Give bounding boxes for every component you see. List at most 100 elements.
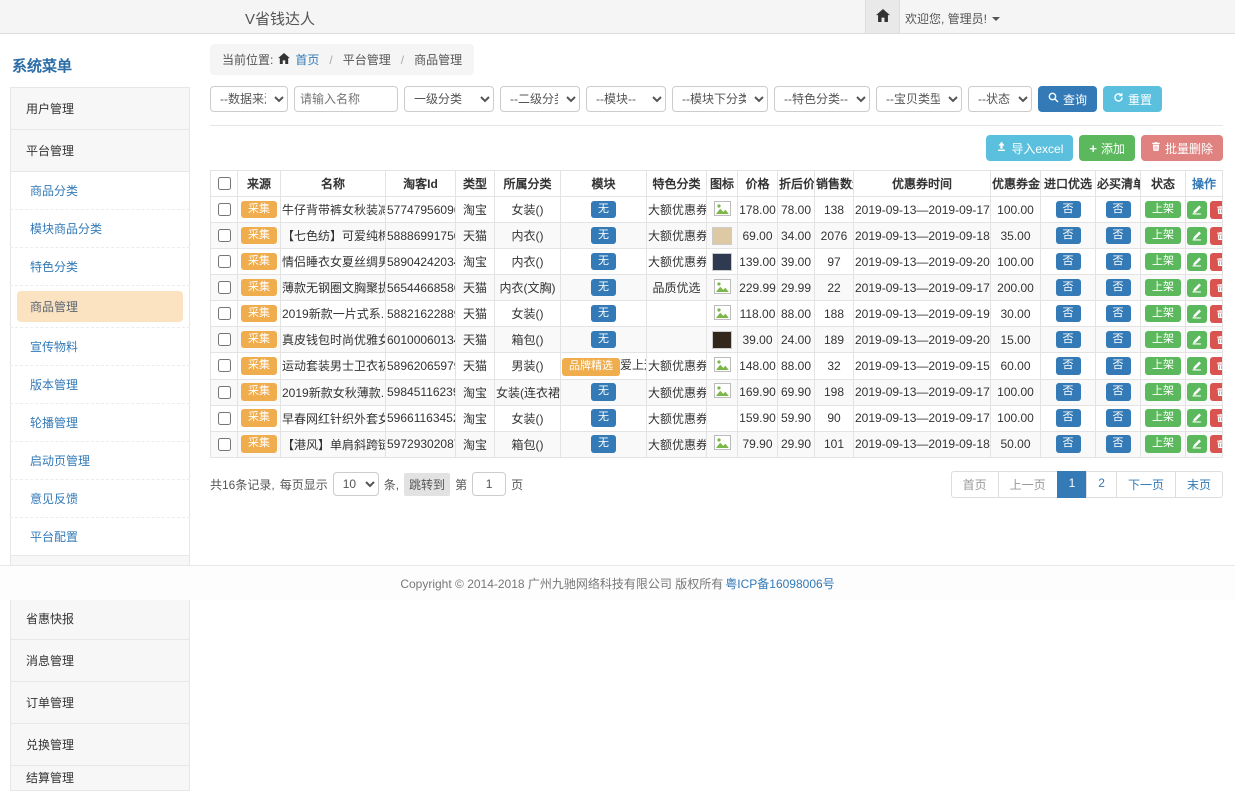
level2-category-filter[interactable]: --二级分类-- (500, 86, 580, 112)
sidebar-item-结算管理[interactable]: 结算管理 (10, 765, 190, 791)
module-filter[interactable]: --模块-- (586, 86, 666, 112)
user-menu[interactable]: 欢迎您, 管理员! (905, 10, 1000, 27)
edit-button[interactable] (1187, 201, 1207, 219)
breadcrumb-home-link[interactable]: 首页 (295, 51, 319, 68)
per-page-select[interactable]: 10 (333, 472, 379, 496)
home-button[interactable] (865, 0, 900, 33)
source-filter[interactable]: --数据来源-- (210, 86, 288, 112)
edit-button[interactable] (1187, 357, 1207, 375)
delete-button[interactable] (1210, 435, 1223, 453)
jump-page-input[interactable] (472, 472, 506, 496)
edit-button[interactable] (1187, 227, 1207, 245)
sidebar-item-省惠快报[interactable]: 省惠快报 (10, 597, 190, 640)
imported-toggle[interactable]: 否 (1056, 279, 1081, 297)
status-badge[interactable]: 上架 (1145, 227, 1181, 245)
status-badge[interactable]: 上架 (1145, 383, 1181, 401)
batch-delete-button[interactable]: 批量删除 (1141, 135, 1223, 161)
sidebar-item-消息管理[interactable]: 消息管理 (10, 639, 190, 682)
imported-toggle[interactable]: 否 (1056, 409, 1081, 427)
delete-button[interactable] (1210, 331, 1223, 349)
delete-button[interactable] (1210, 357, 1223, 375)
edit-button[interactable] (1187, 435, 1207, 453)
module-sub-category-filter[interactable]: --模块下分类-- (672, 86, 768, 112)
delete-button[interactable] (1210, 279, 1223, 297)
row-checkbox[interactable] (218, 255, 231, 268)
must-buy-toggle[interactable]: 否 (1106, 331, 1131, 349)
must-buy-toggle[interactable]: 否 (1106, 409, 1131, 427)
row-checkbox[interactable] (218, 438, 231, 451)
select-all-checkbox[interactable] (218, 177, 231, 190)
must-buy-toggle[interactable]: 否 (1106, 227, 1131, 245)
add-button[interactable]: + 添加 (1079, 135, 1135, 161)
imported-toggle[interactable]: 否 (1056, 201, 1081, 219)
edit-button[interactable] (1187, 305, 1207, 323)
imported-toggle[interactable]: 否 (1056, 435, 1081, 453)
status-badge[interactable]: 上架 (1145, 201, 1181, 219)
row-checkbox[interactable] (218, 333, 231, 346)
delete-button[interactable] (1210, 201, 1223, 219)
sidebar-item-模块商品分类[interactable]: 模块商品分类 (10, 210, 190, 248)
sidebar-item-平台管理[interactable]: 平台管理 (10, 129, 190, 172)
row-checkbox[interactable] (218, 307, 231, 320)
pager-末页[interactable]: 末页 (1175, 471, 1223, 498)
sidebar-item-版本管理[interactable]: 版本管理 (10, 366, 190, 404)
pager-下一页[interactable]: 下一页 (1116, 471, 1176, 498)
must-buy-toggle[interactable]: 否 (1106, 305, 1131, 323)
sidebar-item-轮播管理[interactable]: 轮播管理 (10, 404, 190, 442)
reset-button[interactable]: 重置 (1103, 86, 1162, 112)
sidebar-item-平台配置[interactable]: 平台配置 (10, 518, 190, 556)
import-excel-button[interactable]: 导入excel (986, 135, 1073, 161)
delete-button[interactable] (1210, 409, 1223, 427)
imported-toggle[interactable]: 否 (1056, 331, 1081, 349)
must-buy-toggle[interactable]: 否 (1106, 201, 1131, 219)
item-type-filter[interactable]: --宝贝类型-- (876, 86, 962, 112)
must-buy-toggle[interactable]: 否 (1106, 383, 1131, 401)
edit-button[interactable] (1187, 279, 1207, 297)
imported-toggle[interactable]: 否 (1056, 383, 1081, 401)
status-badge[interactable]: 上架 (1145, 253, 1181, 271)
delete-button[interactable] (1210, 253, 1223, 271)
level1-category-filter[interactable]: 一级分类 (404, 86, 494, 112)
status-badge[interactable]: 上架 (1145, 357, 1181, 375)
sidebar-item-兑换管理[interactable]: 兑换管理 (10, 723, 190, 766)
delete-button[interactable] (1210, 227, 1223, 245)
status-filter[interactable]: --状态-- (968, 86, 1032, 112)
icp-link[interactable]: 粤ICP备16098006号 (725, 575, 834, 592)
sidebar-item-用户管理[interactable]: 用户管理 (10, 87, 190, 130)
sidebar-item-特色分类[interactable]: 特色分类 (10, 248, 190, 286)
sidebar-item-商品管理[interactable]: 商品管理 (10, 286, 190, 328)
imported-toggle[interactable]: 否 (1056, 253, 1081, 271)
pager-1[interactable]: 1 (1057, 471, 1088, 498)
name-filter[interactable] (294, 86, 398, 112)
row-checkbox[interactable] (218, 412, 231, 425)
edit-button[interactable] (1187, 409, 1207, 427)
sidebar-item-订单管理[interactable]: 订单管理 (10, 681, 190, 724)
must-buy-toggle[interactable]: 否 (1106, 357, 1131, 375)
status-badge[interactable]: 上架 (1145, 409, 1181, 427)
search-button[interactable]: 查询 (1038, 86, 1097, 112)
feature-category-filter[interactable]: --特色分类-- (774, 86, 870, 112)
delete-button[interactable] (1210, 383, 1223, 401)
sidebar-item-意见反馈[interactable]: 意见反馈 (10, 480, 190, 518)
must-buy-toggle[interactable]: 否 (1106, 253, 1131, 271)
row-checkbox[interactable] (218, 386, 231, 399)
row-checkbox[interactable] (218, 281, 231, 294)
row-checkbox[interactable] (218, 229, 231, 242)
edit-button[interactable] (1187, 331, 1207, 349)
delete-button[interactable] (1210, 305, 1223, 323)
sidebar-item-启动页管理[interactable]: 启动页管理 (10, 442, 190, 480)
sidebar-item-宣传物料[interactable]: 宣传物料 (10, 328, 190, 366)
edit-button[interactable] (1187, 253, 1207, 271)
status-badge[interactable]: 上架 (1145, 435, 1181, 453)
status-badge[interactable]: 上架 (1145, 305, 1181, 323)
status-badge[interactable]: 上架 (1145, 331, 1181, 349)
imported-toggle[interactable]: 否 (1056, 305, 1081, 323)
pager-2[interactable]: 2 (1086, 471, 1117, 498)
sidebar-item-商品分类[interactable]: 商品分类 (10, 172, 190, 210)
imported-toggle[interactable]: 否 (1056, 227, 1081, 245)
row-checkbox[interactable] (218, 203, 231, 216)
must-buy-toggle[interactable]: 否 (1106, 279, 1131, 297)
row-checkbox[interactable] (218, 359, 231, 372)
edit-button[interactable] (1187, 383, 1207, 401)
status-badge[interactable]: 上架 (1145, 279, 1181, 297)
